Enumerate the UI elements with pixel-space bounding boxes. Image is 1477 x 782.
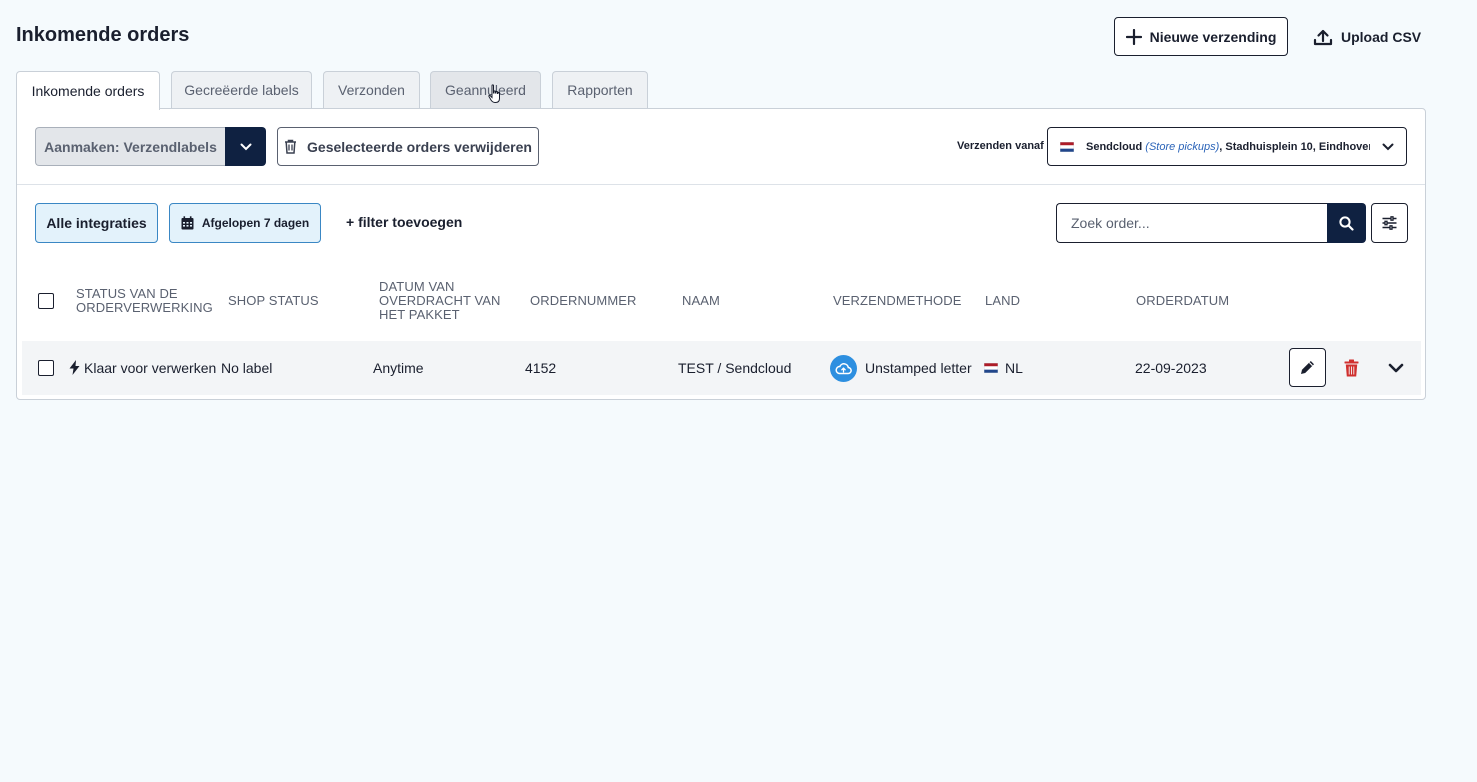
create-labels-dropdown-toggle[interactable] xyxy=(225,127,266,166)
chevron-down-icon xyxy=(1382,143,1394,150)
column-header-name: NAAM xyxy=(682,293,720,308)
tab-reports[interactable]: Rapporten xyxy=(552,71,648,108)
column-header-order-date: ORDERDATUM xyxy=(1136,293,1230,308)
upload-csv-button[interactable]: Upload CSV xyxy=(1305,17,1425,56)
delete-order-button[interactable] xyxy=(1340,355,1362,381)
chevron-down-icon xyxy=(1388,363,1404,373)
column-header-processing-status: STATUS VAN DE ORDERVERWERKING xyxy=(76,286,213,315)
column-header-handover-date: DATUM VAN OVERDRACHT VAN HET PAKKET xyxy=(379,279,501,322)
select-all-checkbox[interactable] xyxy=(38,293,54,309)
table-row[interactable]: Klaar voor verwerken No label Anytime 41… xyxy=(22,341,1421,395)
orders-panel: Aanmaken: Verzendlabels Geselecteerde or… xyxy=(16,108,1426,400)
delete-selected-label: Geselecteerde orders verwijderen xyxy=(307,138,532,155)
pencil-icon xyxy=(1301,361,1314,374)
search-input[interactable] xyxy=(1056,203,1327,243)
nl-flag-icon xyxy=(1060,141,1074,152)
trash-icon xyxy=(285,139,297,154)
column-header-country: LAND xyxy=(985,293,1021,308)
upload-icon xyxy=(1313,29,1333,45)
column-header-shipping-method: VERZENDMETHODE xyxy=(833,293,962,308)
upload-csv-label: Upload CSV xyxy=(1341,28,1422,45)
chevron-down-icon xyxy=(240,143,251,150)
order-search xyxy=(1056,203,1366,243)
ship-from-address: , Stadhuisplein 10, Eindhoven xyxy=(1219,140,1370,153)
date-range-label: Afgelopen 7 dagen xyxy=(201,216,310,230)
lightning-icon xyxy=(69,360,80,375)
row-checkbox[interactable] xyxy=(38,360,54,376)
edit-order-button[interactable] xyxy=(1289,348,1326,387)
trash-icon xyxy=(1344,359,1358,377)
ship-from-select[interactable]: Sendcloud (Store pickups), Stadhuisplein… xyxy=(1047,127,1407,166)
cloud-icon xyxy=(830,355,857,382)
cell-shop-status: No label xyxy=(221,360,273,376)
cell-country: NL xyxy=(1005,360,1023,376)
column-header-order-number: ORDERNUMMER xyxy=(530,293,637,308)
mouse-pointer-icon xyxy=(488,84,500,103)
ship-from-sub: (Store pickups) xyxy=(1145,140,1220,153)
search-button[interactable] xyxy=(1327,203,1366,243)
ship-from-value: Sendcloud (Store pickups), Stadhuisplein… xyxy=(1086,141,1370,153)
column-header-shop-status: SHOP STATUS xyxy=(228,293,319,308)
ship-from-label: Verzenden vanaf xyxy=(957,140,1044,152)
delete-selected-orders-button[interactable]: Geselecteerde orders verwijderen xyxy=(277,127,539,166)
nl-flag-icon xyxy=(984,363,998,373)
tab-shipped[interactable]: Verzonden xyxy=(323,71,420,108)
calendar-icon xyxy=(181,216,194,230)
column-settings-button[interactable] xyxy=(1371,203,1408,243)
new-shipment-label: Nieuwe verzending xyxy=(1149,28,1277,45)
cell-order-date: 22-09-2023 xyxy=(1135,360,1207,376)
cell-shipping-method: Unstamped letter xyxy=(865,360,972,376)
create-labels-split-button: Aanmaken: Verzendlabels xyxy=(35,127,266,166)
cell-processing-status: Klaar voor verwerken xyxy=(84,360,217,376)
page-title: Inkomende orders xyxy=(16,24,190,46)
search-icon xyxy=(1339,215,1354,231)
date-range-filter-chip[interactable]: Afgelopen 7 dagen xyxy=(169,203,321,243)
sliders-icon xyxy=(1382,216,1397,230)
cell-order-number: 4152 xyxy=(525,360,557,376)
cell-name: TEST / Sendcloud xyxy=(678,360,792,376)
tab-cancelled[interactable]: Geannuleerd xyxy=(430,71,541,108)
cell-handover-date: Anytime xyxy=(373,360,424,376)
tab-incoming-orders[interactable]: Inkomende orders xyxy=(16,71,160,110)
expand-row-button[interactable] xyxy=(1384,355,1408,381)
tab-created-labels[interactable]: Gecreëerde labels xyxy=(171,71,312,108)
create-labels-button[interactable]: Aanmaken: Verzendlabels xyxy=(35,127,225,166)
integrations-filter-chip[interactable]: Alle integraties xyxy=(35,203,158,243)
new-shipment-button[interactable]: Nieuwe verzending xyxy=(1114,17,1288,56)
ship-from-name: Sendcloud xyxy=(1086,140,1143,153)
add-filter-link[interactable]: + filter toevoegen xyxy=(346,214,462,230)
toolbar-divider xyxy=(17,184,1425,185)
plus-icon xyxy=(1125,28,1142,45)
